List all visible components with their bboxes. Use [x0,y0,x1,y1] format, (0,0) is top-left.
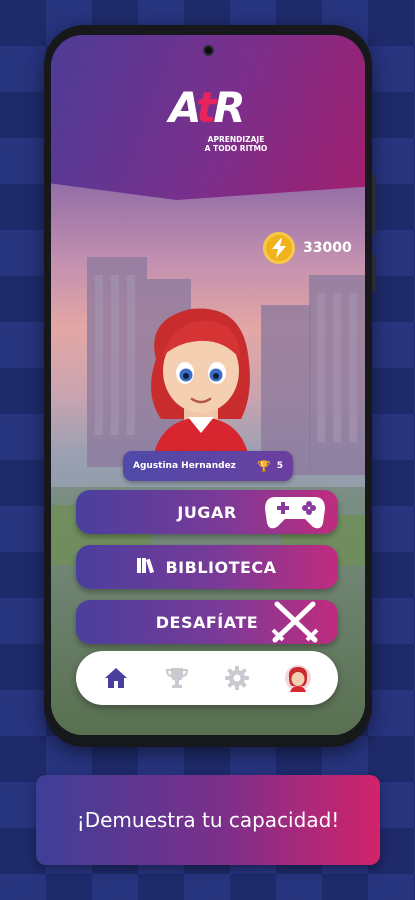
nav-home[interactable] [96,658,136,698]
player-name-card[interactable]: Agustina Hernandez 🏆 5 [123,451,293,481]
nav-profile[interactable] [278,658,318,698]
bottom-nav [76,651,338,705]
books-icon [137,557,155,577]
nav-trophies[interactable] [157,658,197,698]
trophy-count: 5 [276,461,283,471]
energy-counter: 33000 [263,231,352,265]
trophy-icon [165,668,188,688]
energy-value: 33000 [303,240,352,256]
power-button [372,255,376,291]
library-button[interactable]: BIBLIOTECA [76,545,338,589]
play-button-label: JUGAR [177,502,237,522]
nav-settings[interactable] [217,658,257,698]
challenge-button[interactable]: DESAFÍATE [76,600,338,644]
gamepad-icon [260,490,330,534]
challenge-button-label: DESAFÍATE [155,612,259,632]
player-name: Agustina Hernandez [133,461,236,471]
play-button[interactable]: JUGAR [76,490,338,534]
app-screen: AtR APRENDIZAJE A TODO RITMO 33000 Agust… [51,35,365,735]
home-icon [105,668,128,688]
lightning-bolt-icon [263,232,295,264]
atr-logo: AtR APRENDIZAJE A TODO RITMO [169,83,268,154]
front-camera [203,45,214,56]
crossed-swords-icon [260,600,330,644]
promo-banner-text: ¡Demuestra tu capacidad! [76,808,340,832]
volume-button [372,175,376,235]
player-avatar [151,308,251,469]
library-button-label: BIBLIOTECA [165,557,277,577]
avatar-icon [284,665,311,692]
phone-frame: AtR APRENDIZAJE A TODO RITMO 33000 Agust… [44,25,376,747]
gear-icon [225,666,250,690]
promo-banner: ¡Demuestra tu capacidad! [36,775,380,865]
trophy-icon: 🏆 [257,459,271,473]
